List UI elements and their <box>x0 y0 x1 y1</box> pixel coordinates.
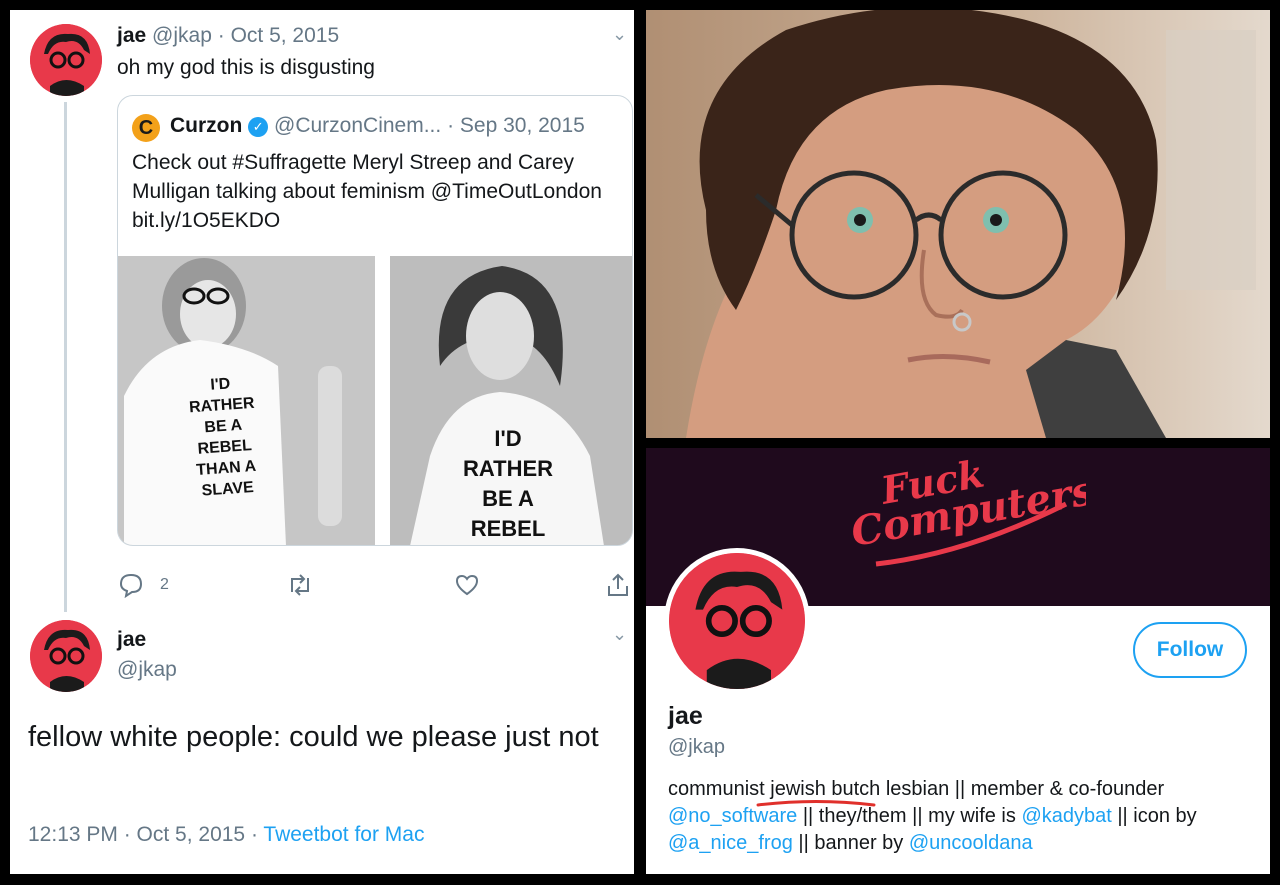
quoted-tweet-header: Curzon ✓ @CurzonCinem... · Sep 30, 2015 <box>170 114 585 138</box>
portrait-photo <box>646 10 1270 438</box>
profile-card: Fuck Computers Follow jae @jkap communis… <box>646 448 1270 874</box>
bio-text: || banner by <box>792 832 909 854</box>
follow-button[interactable]: Follow <box>1133 622 1247 678</box>
date-separator: · <box>217 24 225 47</box>
shirt-line: BE A <box>482 486 534 511</box>
verified-badge-icon: ✓ <box>248 117 269 137</box>
tweet-date[interactable]: Oct 5, 2015 <box>231 24 340 47</box>
bio-mention-link[interactable]: @kadybat <box>1021 805 1111 827</box>
thread-connector-line <box>64 102 67 612</box>
shirt-line: REBEL <box>470 516 546 541</box>
bio-text: || icon by <box>1111 805 1197 827</box>
share-icon[interactable] <box>606 572 630 604</box>
tweet-header: jae @jkap · Oct 5, 2015 <box>117 24 339 48</box>
author-name[interactable]: jae <box>117 24 146 47</box>
quoted-tweet[interactable]: C Curzon ✓ @CurzonCinem... · Sep 30, 201… <box>117 95 633 546</box>
bio-mention-link[interactable]: @uncooldana <box>909 832 1033 854</box>
quoted-author-name: Curzon <box>170 114 243 137</box>
author-handle[interactable]: @jkap <box>117 658 177 682</box>
profile-name: jae <box>668 702 703 730</box>
retweet-icon[interactable] <box>286 572 314 604</box>
quoted-author-handle: @CurzonCinem... <box>274 114 442 137</box>
bio-text: communist jewish butch lesbian || member… <box>668 778 1165 800</box>
tweet-text: oh my god this is disgusting <box>117 56 375 79</box>
chevron-down-icon[interactable]: ⌄ <box>612 624 627 645</box>
tweet-timestamp[interactable]: 12:13 PM · Oct 5, 2015 · <box>28 823 263 846</box>
shirt-line: I'D <box>494 426 522 451</box>
like-icon[interactable] <box>454 572 480 604</box>
quoted-tweet-text: Check out #Suffragette Meryl Streep and … <box>132 151 602 232</box>
profile-bio: communist jewish butch lesbian || member… <box>668 776 1264 857</box>
author-name[interactable]: jae <box>117 628 146 652</box>
chevron-down-icon[interactable]: ⌄ <box>612 24 627 45</box>
reply-icon[interactable] <box>118 572 144 604</box>
quoted-tweet-date: · Sep 30, 2015 <box>447 114 585 137</box>
author-handle[interactable]: @jkap <box>152 24 212 47</box>
avatar[interactable] <box>30 24 102 96</box>
tweet-thread-panel: jae @jkap · Oct 5, 2015 ⌄ oh my god this… <box>10 10 634 874</box>
red-underline-annotation <box>756 800 876 807</box>
tweet-client-link[interactable]: Tweetbot for Mac <box>263 823 424 846</box>
bio-mention-link[interactable]: @a_nice_frog <box>668 832 793 854</box>
profile-avatar[interactable] <box>664 548 810 694</box>
reply-count: 2 <box>160 576 169 593</box>
shirt-line: RATHER <box>462 456 554 481</box>
avatar[interactable] <box>30 620 102 692</box>
tweet-text: fellow white people: could we please jus… <box>28 721 599 753</box>
profile-handle[interactable]: @jkap <box>668 736 725 759</box>
quoted-photo-carey-mulligan[interactable]: I'D RATHER BE A REBEL <box>390 256 632 545</box>
banner-logo: Fuck Computers <box>848 454 1086 567</box>
tweet-metadata: 12:13 PM · Oct 5, 2015 · Tweetbot for Ma… <box>28 823 424 847</box>
curzon-logo-icon: C <box>132 114 160 142</box>
quoted-photo-meryl-streep[interactable]: I'D RATHER BE A REBEL THAN A SLAVE <box>118 256 375 545</box>
